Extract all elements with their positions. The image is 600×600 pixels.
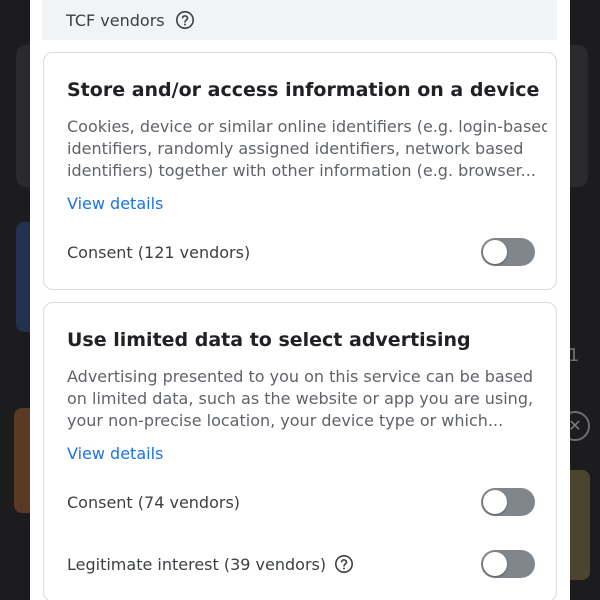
view-details-link[interactable]: View details	[67, 444, 163, 463]
description-line: on limited data, such as the website or …	[67, 389, 534, 408]
legitimate-interest-toggle-row: Legitimate interest (39 vendors)	[67, 549, 535, 579]
legitimate-interest-label-text: Legitimate interest (39 vendors)	[67, 554, 327, 574]
consent-panel: TCF vendors Store and/or access informat…	[30, 0, 570, 600]
consent-toggle[interactable]	[481, 238, 535, 266]
toggle-knob	[483, 490, 507, 514]
consent-toggle-row: Consent (121 vendors)	[67, 237, 535, 267]
description-line: Cookies, device or similar online identi…	[67, 117, 547, 136]
purpose-title: Store and/or access information on a dev…	[67, 79, 540, 101]
consent-label: Consent (74 vendors)	[67, 493, 240, 512]
legitimate-interest-label: Legitimate interest (39 vendors)	[67, 554, 354, 574]
purpose-title: Use limited data to select advertising	[67, 329, 471, 351]
help-circle-icon[interactable]	[334, 554, 354, 574]
legitimate-interest-toggle[interactable]	[481, 550, 535, 578]
consent-toggle-row: Consent (74 vendors)	[67, 487, 535, 517]
purpose-description: Advertising presented to you on this ser…	[67, 366, 547, 432]
consent-label-text: Consent (121 vendors)	[67, 242, 251, 262]
toggle-knob	[483, 240, 507, 264]
purpose-description: Cookies, device or similar online identi…	[67, 116, 547, 182]
consent-label-text: Consent (74 vendors)	[67, 492, 241, 512]
toggle-knob	[483, 552, 507, 576]
description-line: Advertising presented to you on this ser…	[67, 367, 534, 386]
description-line: your non-precise location, your device t…	[67, 411, 504, 430]
close-icon: ✕	[568, 416, 582, 435]
view-details-link[interactable]: View details	[67, 194, 163, 213]
purpose-card-limited-advertising: Use limited data to select advertising A…	[43, 302, 557, 600]
consent-label: Consent (121 vendors)	[67, 243, 250, 262]
description-line: identifiers) together with other informa…	[67, 161, 536, 180]
purpose-card-store-access: Store and/or access information on a dev…	[43, 52, 557, 290]
tcf-vendors-header[interactable]: TCF vendors	[42, 0, 557, 40]
help-circle-icon[interactable]	[175, 10, 195, 30]
description-line: identifiers, randomly assigned identifie…	[67, 139, 524, 158]
tcf-vendors-label: TCF vendors	[66, 10, 165, 30]
consent-toggle[interactable]	[481, 488, 535, 516]
